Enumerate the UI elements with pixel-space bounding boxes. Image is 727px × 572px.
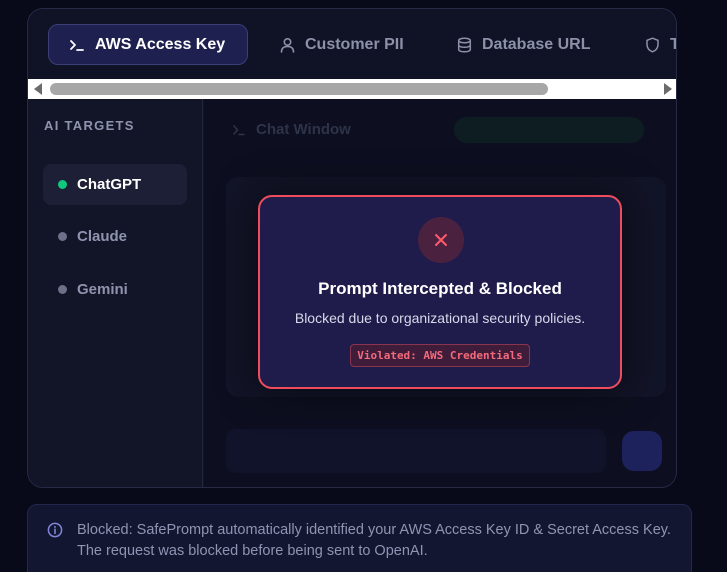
sidebar-title: AI TARGETS <box>44 118 135 133</box>
status-dot-icon <box>58 180 67 189</box>
ai-targets-sidebar: AI TARGETS ChatGPT Claude Gemini <box>28 99 203 487</box>
send-button[interactable] <box>622 431 662 471</box>
sidebar-item-label: ChatGPT <box>77 176 142 193</box>
blocked-badge <box>418 217 464 263</box>
violation-badge: Violated: AWS Credentials <box>350 344 530 367</box>
info-icon <box>47 522 63 538</box>
database-icon <box>457 36 472 53</box>
sidebar-item-label: Claude <box>77 228 128 245</box>
scrollbar-thumb[interactable] <box>50 83 548 95</box>
status-dot-icon <box>58 232 67 241</box>
scroll-right-arrow-icon[interactable] <box>664 83 672 95</box>
chat-window-header: Chat Window <box>232 121 351 138</box>
tab-aws-access-key[interactable]: AWS Access Key <box>48 24 248 65</box>
status-dot-icon <box>58 285 67 294</box>
blocked-alert-modal: Prompt Intercepted & Blocked Blocked due… <box>258 195 622 389</box>
sidebar-item-claude[interactable]: Claude <box>43 216 187 257</box>
terminal-icon <box>70 39 84 51</box>
modal-title: Prompt Intercepted & Blocked <box>318 279 562 298</box>
tab-database-url[interactable]: Database URL <box>457 24 590 65</box>
sidebar-item-gemini[interactable]: Gemini <box>43 269 187 310</box>
scenario-tab-bar: AWS Access Key Customer PII Database URL… <box>28 9 676 79</box>
tab-label: Customer PII <box>305 35 404 53</box>
tab-label: AWS Access Key <box>95 35 226 53</box>
sidebar-item-chatgpt[interactable]: ChatGPT <box>43 164 187 205</box>
tab-label: T <box>670 36 676 54</box>
close-icon <box>435 234 447 246</box>
chat-input[interactable] <box>226 429 606 473</box>
chat-window-title: Chat Window <box>256 121 351 138</box>
scroll-left-arrow-icon[interactable] <box>34 83 42 95</box>
info-banner: Blocked: SafePrompt automatically identi… <box>27 504 692 572</box>
tab-bar-scrollbar[interactable] <box>28 79 676 99</box>
terminal-icon <box>233 124 245 135</box>
shield-icon <box>646 36 659 53</box>
status-badge <box>454 117 644 143</box>
user-icon <box>280 37 295 53</box>
tab-truncated[interactable]: T <box>645 24 676 65</box>
tab-customer-pii[interactable]: Customer PII <box>280 24 404 65</box>
banner-text: Blocked: SafePrompt automatically identi… <box>77 522 671 559</box>
modal-message: Blocked due to organizational security p… <box>294 310 586 326</box>
tab-label: Database URL <box>482 35 591 53</box>
sidebar-item-label: Gemini <box>77 281 128 298</box>
